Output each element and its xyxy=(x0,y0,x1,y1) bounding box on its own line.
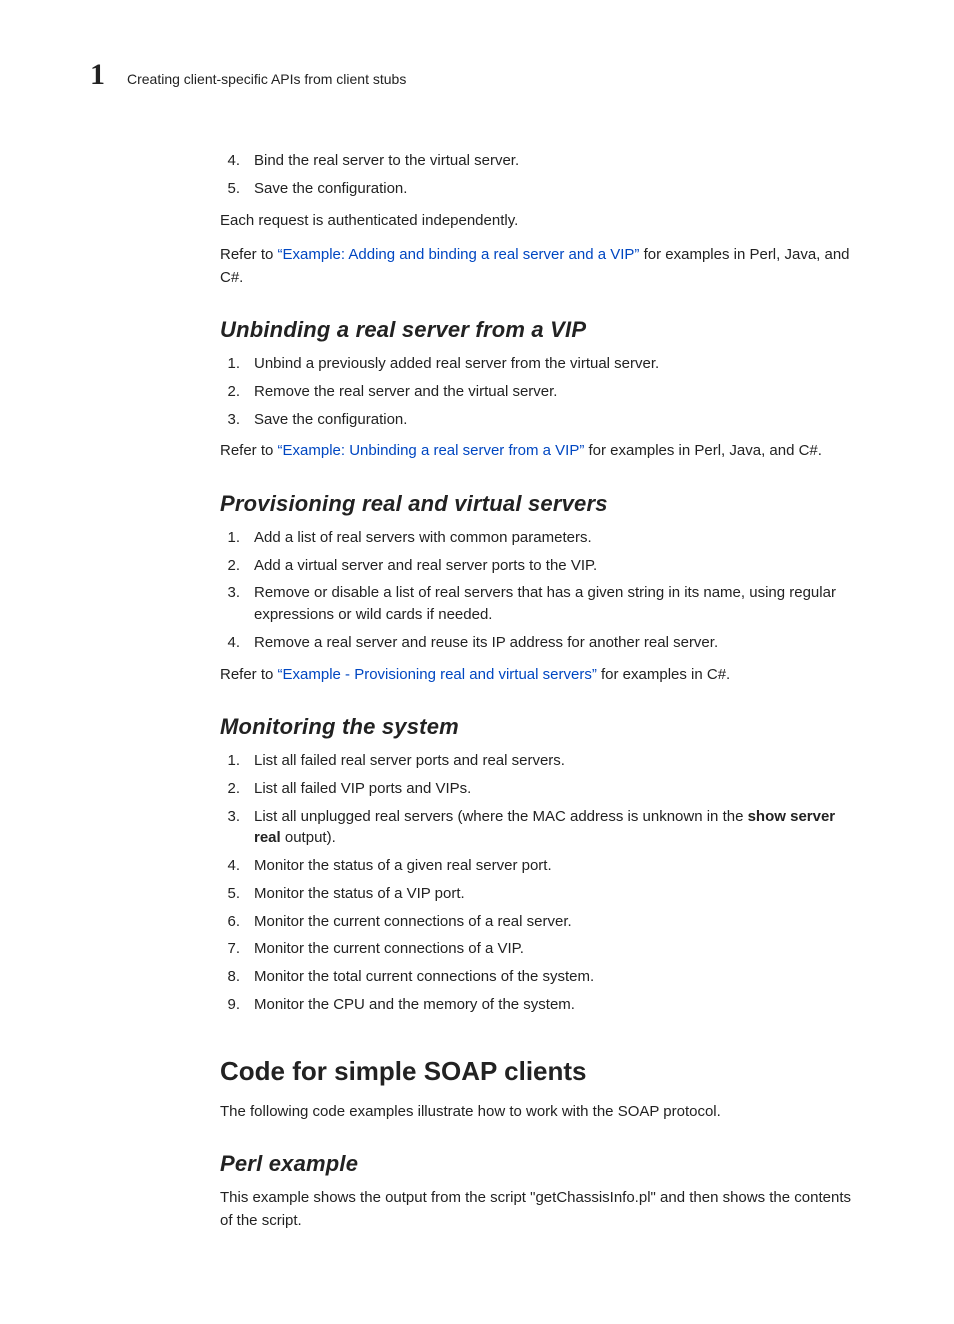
list-item: 4. Remove a real server and reuse its IP… xyxy=(220,632,864,654)
list-text: Bind the real server to the virtual serv… xyxy=(254,150,519,172)
list-item: 1. Add a list of real servers with commo… xyxy=(220,527,864,549)
list-number: 4. xyxy=(220,855,240,877)
page: 1 Creating client-specific APIs from cli… xyxy=(0,0,954,1324)
list-text: Monitor the current connections of a VIP… xyxy=(254,938,524,960)
provision-list: 1. Add a list of real servers with commo… xyxy=(220,527,864,654)
refer-pre: Refer to xyxy=(220,442,278,459)
list-number: 4. xyxy=(220,632,240,654)
list-text: Save the configuration. xyxy=(254,409,407,431)
list-text: Monitor the CPU and the memory of the sy… xyxy=(254,994,575,1016)
example-link-adding-binding[interactable]: “Example: Adding and binding a real serv… xyxy=(278,246,640,263)
refer-pre: Refer to xyxy=(220,246,278,263)
list-text: List all failed VIP ports and VIPs. xyxy=(254,778,471,800)
list-text: Save the configuration. xyxy=(254,178,407,200)
list-item: 5. Monitor the status of a VIP port. xyxy=(220,883,864,905)
list-item: 4. Bind the real server to the virtual s… xyxy=(220,150,864,172)
page-header-title: Creating client-specific APIs from clien… xyxy=(127,71,406,87)
provision-refer: Refer to “Example - Provisioning real an… xyxy=(220,664,864,687)
list-number: 9. xyxy=(220,994,240,1016)
list-number: 6. xyxy=(220,911,240,933)
perl-body: This example shows the output from the s… xyxy=(220,1187,864,1232)
list-number: 3. xyxy=(220,582,240,626)
unbind-refer: Refer to “Example: Unbinding a real serv… xyxy=(220,440,864,463)
heading-unbinding: Unbinding a real server from a VIP xyxy=(220,317,864,343)
list-text: Add a list of real servers with common p… xyxy=(254,527,592,549)
list-text: Add a virtual server and real server por… xyxy=(254,555,597,577)
list-text: Monitor the total current connections of… xyxy=(254,966,594,988)
refer-pre: Refer to xyxy=(220,666,278,683)
list-number: 2. xyxy=(220,381,240,403)
list-number: 1. xyxy=(220,353,240,375)
example-link-provisioning[interactable]: “Example - Provisioning real and virtual… xyxy=(278,666,597,683)
list-item: 1. Unbind a previously added real server… xyxy=(220,353,864,375)
intro-list: 4. Bind the real server to the virtual s… xyxy=(220,150,864,200)
unbind-list: 1. Unbind a previously added real server… xyxy=(220,353,864,430)
list-item: 4. Monitor the status of a given real se… xyxy=(220,855,864,877)
list-number: 2. xyxy=(220,555,240,577)
page-header: 1 Creating client-specific APIs from cli… xyxy=(90,60,864,90)
list-number: 2. xyxy=(220,778,240,800)
heading-provisioning: Provisioning real and virtual servers xyxy=(220,491,864,517)
chapter-number: 1 xyxy=(90,60,105,90)
list-item: 5. Save the configuration. xyxy=(220,178,864,200)
list-number: 3. xyxy=(220,806,240,850)
intro-paragraph: Each request is authenticated independen… xyxy=(220,210,864,233)
list-text: Monitor the status of a VIP port. xyxy=(254,883,465,905)
list-item: 2. Remove the real server and the virtua… xyxy=(220,381,864,403)
example-link-unbinding[interactable]: “Example: Unbinding a real server from a… xyxy=(278,442,585,459)
list-item: 6. Monitor the current connections of a … xyxy=(220,911,864,933)
list-text: Unbind a previously added real server fr… xyxy=(254,353,659,375)
list-text: Remove or disable a list of real servers… xyxy=(254,582,864,626)
list-item: 8. Monitor the total current connections… xyxy=(220,966,864,988)
main-content: 4. Bind the real server to the virtual s… xyxy=(220,150,864,1232)
list-text: Remove a real server and reuse its IP ad… xyxy=(254,632,718,654)
list-item: 9. Monitor the CPU and the memory of the… xyxy=(220,994,864,1016)
soap-intro: The following code examples illustrate h… xyxy=(220,1101,864,1124)
list-text: List all unplugged real servers (where t… xyxy=(254,806,864,850)
list-item: 2. List all failed VIP ports and VIPs. xyxy=(220,778,864,800)
list-text: Monitor the current connections of a rea… xyxy=(254,911,572,933)
heading-monitoring: Monitoring the system xyxy=(220,714,864,740)
list-number: 7. xyxy=(220,938,240,960)
list-item: 3. Save the configuration. xyxy=(220,409,864,431)
list-number: 8. xyxy=(220,966,240,988)
list-number: 1. xyxy=(220,527,240,549)
list-number: 5. xyxy=(220,883,240,905)
list-item: 1. List all failed real server ports and… xyxy=(220,750,864,772)
list-item: 3. List all unplugged real servers (wher… xyxy=(220,806,864,850)
list-item: 7. Monitor the current connections of a … xyxy=(220,938,864,960)
list-text: Monitor the status of a given real serve… xyxy=(254,855,552,877)
heading-perl-example: Perl example xyxy=(220,1151,864,1177)
refer-post: for examples in C#. xyxy=(597,666,730,683)
refer-post: for examples in Perl, Java, and C#. xyxy=(584,442,822,459)
monitor-list: 1. List all failed real server ports and… xyxy=(220,750,864,1016)
list-text: Remove the real server and the virtual s… xyxy=(254,381,557,403)
list-number: 3. xyxy=(220,409,240,431)
list-text: List all failed real server ports and re… xyxy=(254,750,565,772)
list-number: 4. xyxy=(220,150,240,172)
intro-refer: Refer to “Example: Adding and binding a … xyxy=(220,244,864,289)
list-number: 1. xyxy=(220,750,240,772)
list-number: 5. xyxy=(220,178,240,200)
heading-soap-clients: Code for simple SOAP clients xyxy=(220,1056,864,1087)
list-item: 3. Remove or disable a list of real serv… xyxy=(220,582,864,626)
list-item: 2. Add a virtual server and real server … xyxy=(220,555,864,577)
